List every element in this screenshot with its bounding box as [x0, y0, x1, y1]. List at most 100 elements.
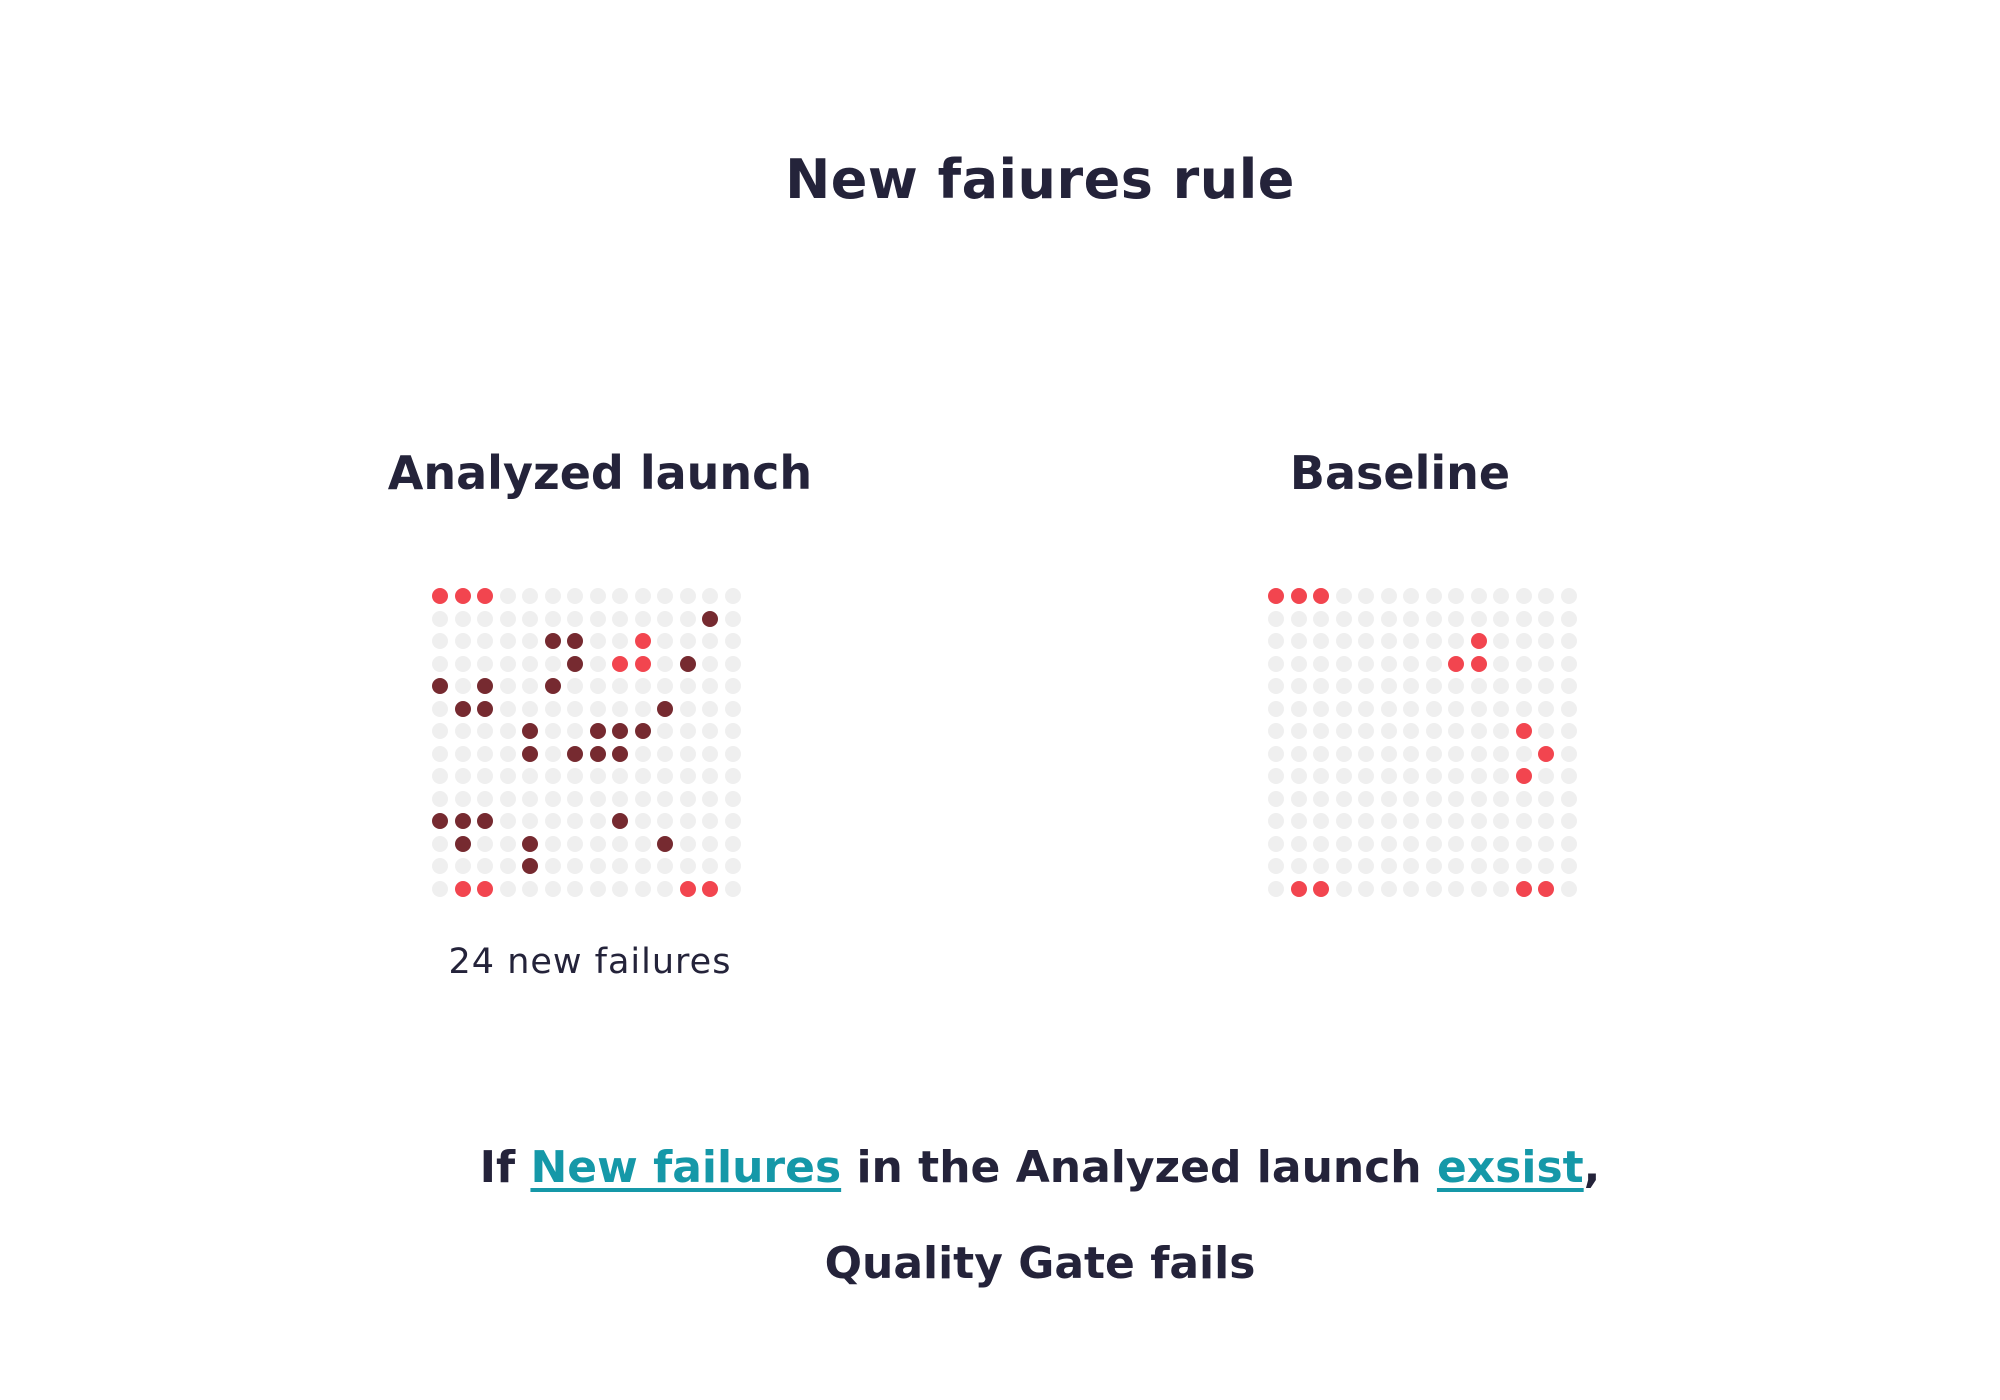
analyzed-test-dot [432, 858, 448, 874]
analyzed-new-failure-dot [657, 700, 673, 717]
analyzed-failure-dot [477, 880, 493, 897]
analyzed-new-failure-dot [612, 745, 628, 762]
baseline-test-dot [1493, 858, 1509, 874]
baseline-test-dot [1313, 723, 1329, 739]
baseline-test-dot [1268, 768, 1284, 784]
analyzed-failure-dot [454, 588, 471, 604]
baseline-test-dot [1515, 835, 1532, 852]
analyzed-test-dot [612, 610, 628, 627]
analyzed-test-dot [589, 813, 606, 829]
baseline-test-dot [1425, 745, 1442, 762]
baseline-test-dot [1515, 610, 1532, 627]
baseline-test-dot [1493, 835, 1509, 852]
baseline-test-dot [1380, 768, 1397, 784]
analyzed-test-dot [522, 655, 538, 672]
baseline-test-dot [1313, 768, 1329, 784]
analyzed-test-dot [657, 745, 673, 762]
new-failures-link[interactable]: New failures [530, 1142, 841, 1193]
baseline-test-dot [1538, 655, 1554, 672]
baseline-test-dot [1493, 633, 1509, 649]
analyzed-test-dot [432, 633, 448, 649]
baseline-test-dot [1358, 768, 1374, 784]
baseline-test-dot [1313, 790, 1329, 807]
baseline-test-dot [1425, 835, 1442, 852]
analyzed-test-dot [634, 880, 651, 897]
baseline-test-dot [1538, 768, 1554, 784]
analyzed-test-dot [544, 745, 561, 762]
analyzed-test-dot [724, 610, 741, 627]
analyzed-test-dot [544, 858, 561, 874]
analyzed-test-dot [522, 588, 538, 604]
analyzed-test-dot [567, 700, 583, 717]
analyzed-test-dot [567, 813, 583, 829]
analyzed-test-dot [589, 835, 606, 852]
analyzed-test-dot [679, 813, 696, 829]
analyzed-test-dot [432, 745, 448, 762]
baseline-test-dot [1470, 610, 1487, 627]
baseline-test-dot [1538, 858, 1554, 874]
analyzed-new-failure-dot [454, 835, 471, 852]
baseline-failure-dot [1290, 588, 1307, 604]
baseline-test-dot [1380, 880, 1397, 897]
baseline-test-dot [1380, 655, 1397, 672]
analyzed-new-failure-dot [522, 745, 538, 762]
analyzed-test-dot [432, 768, 448, 784]
analyzed-new-failure-dot [432, 678, 448, 694]
analyzed-test-dot [657, 858, 673, 874]
analyzed-failure-dot [634, 655, 651, 672]
baseline-test-dot [1313, 745, 1329, 762]
analyzed-test-dot [567, 678, 583, 694]
analyzed-test-dot [454, 723, 471, 739]
baseline-test-dot [1448, 588, 1464, 604]
baseline-test-dot [1290, 655, 1307, 672]
analyzed-test-dot [522, 790, 538, 807]
analyzed-new-failure-dot [432, 813, 448, 829]
baseline-test-dot [1560, 588, 1577, 604]
analyzed-test-dot [612, 588, 628, 604]
baseline-test-dot [1560, 678, 1577, 694]
baseline-test-dot [1268, 723, 1284, 739]
exist-link[interactable]: exsist [1437, 1142, 1584, 1193]
baseline-test-dot [1403, 655, 1419, 672]
baseline-test-dot [1335, 655, 1352, 672]
analyzed-test-dot [679, 678, 696, 694]
baseline-test-dot [1448, 723, 1464, 739]
analyzed-test-dot [477, 745, 493, 762]
baseline-test-dot [1470, 588, 1487, 604]
baseline-test-dot [1493, 745, 1509, 762]
baseline-test-dot [1425, 880, 1442, 897]
baseline-test-dot [1560, 880, 1577, 897]
baseline-test-dot [1380, 588, 1397, 604]
baseline-test-dot [1538, 790, 1554, 807]
baseline-test-dot [1403, 790, 1419, 807]
baseline-failure-dot [1470, 633, 1487, 649]
baseline-test-dot [1313, 633, 1329, 649]
analyzed-test-dot [612, 768, 628, 784]
analyzed-test-dot [454, 790, 471, 807]
analyzed-test-dot [634, 813, 651, 829]
analyzed-test-dot [634, 700, 651, 717]
analyzed-test-dot [702, 678, 718, 694]
baseline-test-dot [1290, 768, 1307, 784]
baseline-test-dot [1448, 633, 1464, 649]
analyzed-test-dot [499, 678, 516, 694]
baseline-test-dot [1290, 835, 1307, 852]
analyzed-new-failure-dot [477, 678, 493, 694]
baseline-test-dot [1560, 610, 1577, 627]
baseline-failure-dot [1538, 745, 1554, 762]
baseline-test-dot [1515, 655, 1532, 672]
baseline-test-dot [1290, 610, 1307, 627]
baseline-test-dot [1448, 700, 1464, 717]
analyzed-test-dot [544, 835, 561, 852]
baseline-test-dot [1560, 790, 1577, 807]
baseline-test-dot [1425, 813, 1442, 829]
baseline-test-dot [1493, 768, 1509, 784]
baseline-test-dot [1403, 768, 1419, 784]
baseline-test-dot [1515, 790, 1532, 807]
analyzed-launch-title: Analyzed launch [387, 446, 813, 500]
baseline-test-dot [1335, 610, 1352, 627]
baseline-test-dot [1515, 633, 1532, 649]
baseline-test-dot [1448, 858, 1464, 874]
baseline-test-dot [1403, 880, 1419, 897]
analyzed-new-failure-dot [679, 655, 696, 672]
